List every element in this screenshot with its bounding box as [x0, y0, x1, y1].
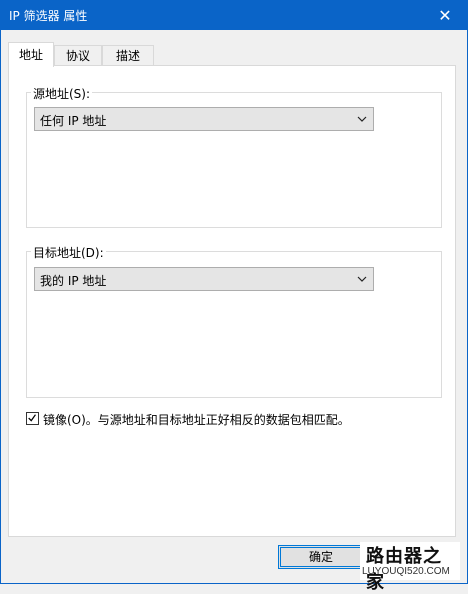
close-button[interactable]: ✕ — [422, 0, 468, 30]
ok-button[interactable]: 确定 — [278, 545, 364, 569]
window-titlebar[interactable]: IP 筛选器 属性 ✕ — [0, 0, 468, 30]
mirror-label: 镜像(O)。与源地址和目标地址正好相反的数据包相匹配。 — [43, 413, 350, 427]
close-icon: ✕ — [438, 5, 452, 25]
mirror-checkbox[interactable] — [26, 412, 39, 425]
source-address-select[interactable]: 任何 IP 地址 — [34, 107, 374, 131]
source-address-value: 任何 IP 地址 — [40, 114, 107, 128]
destination-address-group: 目标地址(D): 我的 IP 地址 — [26, 244, 442, 398]
tab-panel: 源地址(S): 任何 IP 地址 目标地址(D): 我的 IP 地址 镜像(O)… — [8, 65, 456, 537]
chevron-down-icon — [357, 116, 367, 122]
chevron-down-icon — [357, 276, 367, 282]
checkmark-icon — [28, 414, 36, 422]
destination-address-value: 我的 IP 地址 — [40, 274, 107, 288]
window-frame-left — [0, 30, 1, 584]
tab-protocol[interactable]: 协议 — [54, 45, 102, 66]
window-title: IP 筛选器 属性 — [9, 9, 88, 23]
tab-description-label: 描述 — [115, 49, 140, 63]
tab-description[interactable]: 描述 — [102, 45, 154, 66]
tab-protocol-label: 协议 — [65, 49, 90, 63]
destination-address-select[interactable]: 我的 IP 地址 — [34, 267, 374, 291]
source-address-group: 源地址(S): 任何 IP 地址 — [26, 85, 442, 228]
watermark: 路由器之家 LUYOUQI520.COM — [360, 542, 460, 593]
tab-address[interactable]: 地址 — [8, 42, 54, 67]
ok-focus-ring — [280, 547, 362, 567]
source-address-label: 源地址(S): — [31, 85, 93, 102]
destination-address-label: 目标地址(D): — [31, 244, 106, 261]
tab-address-label: 地址 — [18, 48, 43, 62]
watermark-url: LUYOUQI520.COM — [362, 566, 450, 577]
